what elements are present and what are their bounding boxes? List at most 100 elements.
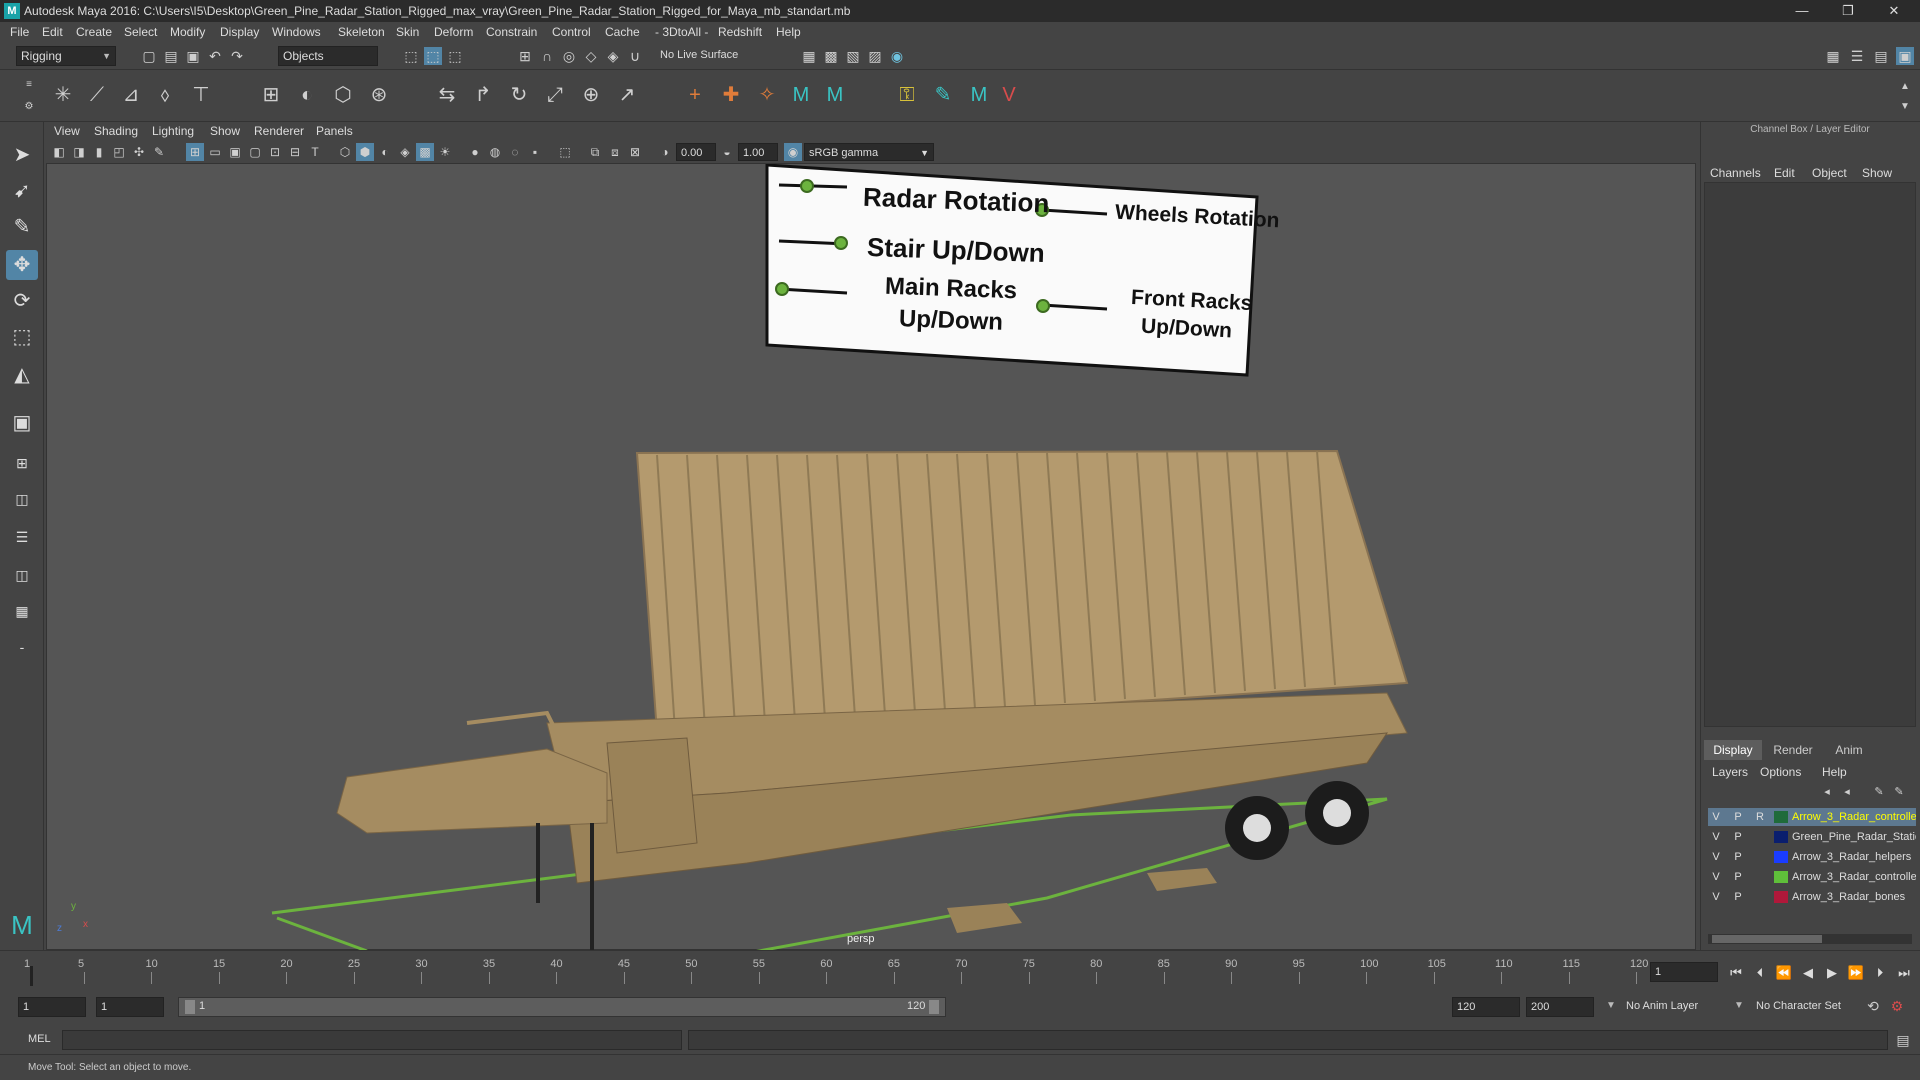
step-forward-icon[interactable]: ⏵ [1870,964,1890,982]
command-input[interactable] [62,1030,682,1050]
layer-visibility-toggle[interactable]: V [1708,848,1724,866]
safe-action-icon[interactable]: ⊟ [286,143,304,161]
smooth-skin-icon[interactable]: ◐ [292,80,322,110]
menu-skin[interactable]: Skin [396,25,419,39]
live-surface-label[interactable]: No Live Surface [660,49,738,61]
maximize-button[interactable]: ❐ [1828,2,1868,20]
move-layer-down-icon[interactable]: ◂ [1838,783,1856,801]
ik-spline-icon[interactable]: ⊿ [116,80,146,110]
last-tool-icon[interactable]: ◭ [6,360,38,390]
point-constraint-icon[interactable]: ⇆ [432,80,462,110]
select-component-icon[interactable]: ⬚ [446,47,464,65]
play-forward-icon[interactable]: ▶ [1822,964,1842,982]
panel-menu-renderer[interactable]: Renderer [254,124,304,138]
preferences-icon[interactable]: ⚙ [1888,997,1906,1015]
playback-start-field[interactable]: 1 [96,997,164,1017]
snap-grid-icon[interactable]: ⊞ [516,47,534,65]
menu-select[interactable]: Select [124,25,157,39]
new-layer-selected-icon[interactable]: ✎ [1890,783,1908,801]
maya-script-3-icon[interactable]: M [964,80,994,110]
range-slider[interactable]: 1 120 [178,997,946,1017]
channel-box-toggle-icon[interactable]: ▣ [1896,47,1914,65]
shelf-scroll-down-icon[interactable]: ▼ [1896,98,1914,116]
menu-edit[interactable]: Edit [42,25,63,39]
layer-color-swatch[interactable] [1774,851,1788,863]
orient-constraint-icon[interactable]: ↻ [504,80,534,110]
layer-reference-toggle[interactable]: R [1752,808,1768,826]
current-frame-field[interactable]: 1 [1650,962,1718,982]
hypershade-view-icon[interactable]: ▦ [6,596,38,626]
select-object-icon[interactable]: ⬚ [424,47,442,65]
paint-weights-icon[interactable]: ✎ [928,80,958,110]
tool-settings-icon[interactable]: ▤ [1872,47,1890,65]
layer-menu-help[interactable]: Help [1822,765,1847,779]
menu-create[interactable]: Create [76,25,112,39]
shelf-scroll-up-icon[interactable]: ▲ [1896,78,1914,96]
pole-vector-icon[interactable]: ↗ [612,80,642,110]
layer-row[interactable]: V P Arrow_3_Radar_bones [1708,888,1916,906]
layer-scrollbar[interactable] [1708,934,1912,944]
graph-view-icon[interactable]: ◫ [6,560,38,590]
redo-icon[interactable]: ↷ [228,47,246,65]
layer-color-swatch[interactable] [1774,831,1788,843]
menu-windows[interactable]: Windows [272,25,321,39]
maya-script-icon[interactable]: M [786,80,816,110]
layer-color-swatch[interactable] [1774,811,1788,823]
panel-menu-shading[interactable]: Shading [94,124,138,138]
go-to-end-icon[interactable]: ⏭ [1894,964,1914,982]
script-editor-icon[interactable]: ▤ [1894,1031,1912,1049]
step-back-icon[interactable]: ⏴ [1750,964,1770,982]
command-language-label[interactable]: MEL [28,1033,51,1045]
cb-menu-show[interactable]: Show [1862,166,1892,180]
save-scene-icon[interactable]: ▣ [184,47,202,65]
insert-joint-icon[interactable]: ⬨ [150,80,180,110]
select-tool-icon[interactable]: ➤ [6,140,38,170]
undo-icon[interactable]: ↶ [206,47,224,65]
cb-menu-object[interactable]: Object [1812,166,1847,180]
shelf-settings-icon[interactable]: ⚙ [20,98,38,116]
scale-tool-icon[interactable]: ⬚ [6,322,38,352]
wireframe-icon[interactable]: ⬡ [336,143,354,161]
cb-menu-edit[interactable]: Edit [1774,166,1795,180]
layer-playback-toggle[interactable]: P [1730,808,1746,826]
rotate-tool-icon[interactable]: ⟳ [6,286,38,316]
snap-point-icon[interactable]: ◎ [560,47,578,65]
field-chart-icon[interactable]: ⊡ [266,143,284,161]
layer-visibility-toggle[interactable]: V [1708,888,1724,906]
new-scene-icon[interactable]: ▢ [140,47,158,65]
move-layer-up-icon[interactable]: ◂ [1818,783,1836,801]
gamma-field[interactable]: 1.00 [738,143,778,161]
cluster-handle-icon[interactable]: ✧ [752,80,782,110]
chevron-down-icon[interactable]: ▼ [1606,1000,1616,1011]
magnet-icon[interactable]: ∪ [626,47,644,65]
menu-modify[interactable]: Modify [170,25,205,39]
outliner-view-icon[interactable]: ☰ [6,522,38,552]
layer-row[interactable]: V P Arrow_3_Radar_controllers [1708,868,1916,886]
film-gate-icon[interactable]: ▭ [206,143,224,161]
snap-view-icon[interactable]: ◇ [582,47,600,65]
layer-menu-options[interactable]: Options [1760,765,1801,779]
anim-end-field[interactable]: 200 [1526,997,1594,1017]
shadows-icon[interactable]: ● [466,143,484,161]
two-d-pan-icon[interactable]: ✣ [130,143,148,161]
camera-attributes-icon[interactable]: ◨ [70,143,88,161]
panel-menu-view[interactable]: View [54,124,80,138]
chevron-down-icon[interactable]: ▼ [1734,1000,1744,1011]
menu-deform[interactable]: Deform [434,25,473,39]
layer-menu-layers[interactable]: Layers [1712,765,1748,779]
joint-tool-icon[interactable]: ✳ [48,80,78,110]
color-management-icon[interactable]: ◉ [784,143,802,161]
minimize-button[interactable]: — [1782,2,1822,20]
step-back-key-icon[interactable]: ⏪ [1774,964,1794,982]
panel-menu-show[interactable]: Show [210,124,240,138]
gate-mask-icon[interactable]: ▢ [246,143,264,161]
render-settings-icon[interactable]: ▨ [866,47,884,65]
tab-render[interactable]: Render [1764,740,1822,760]
menu-help[interactable]: Help [776,25,801,39]
aim-constraint-icon[interactable]: ↱ [468,80,498,110]
ambient-occlusion-icon[interactable]: ◍ [486,143,504,161]
mirror-joint-icon[interactable]: ⊤ [186,80,216,110]
smooth-shade-icon[interactable]: ⬢ [356,143,374,161]
menu-3dtoall[interactable]: - 3DtoAll - [655,25,708,39]
menu-display[interactable]: Display [220,25,259,39]
